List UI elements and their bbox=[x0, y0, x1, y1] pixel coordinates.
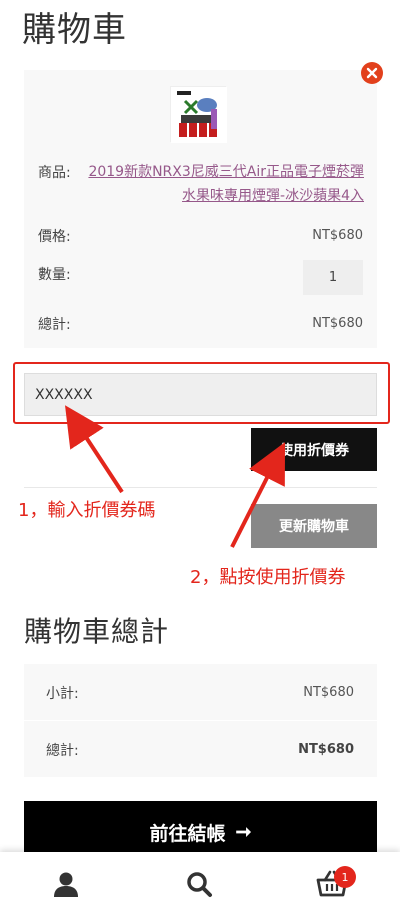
annotation-step-1: 1，輸入折價券碼 bbox=[18, 500, 156, 521]
subtotal-label: 小計: bbox=[46, 686, 79, 702]
apply-coupon-button[interactable]: 使用折價券 bbox=[251, 428, 377, 471]
divider bbox=[24, 487, 377, 488]
page-title: 購物車 bbox=[22, 10, 127, 50]
product-thumbnail[interactable] bbox=[170, 86, 227, 143]
grand-total-label: 總計: bbox=[46, 743, 79, 759]
coupon-code-input[interactable] bbox=[24, 373, 377, 416]
checkout-label: 前往結帳 bbox=[149, 823, 226, 845]
cart-totals-title: 購物車總計 bbox=[24, 615, 170, 648]
totals-separator bbox=[24, 720, 377, 721]
cart-count-badge: 1 bbox=[334, 866, 356, 888]
subtotal-value: NT$680 bbox=[303, 685, 354, 700]
update-cart-button[interactable]: 更新購物車 bbox=[251, 504, 377, 548]
account-icon[interactable] bbox=[48, 866, 84, 902]
remove-item-button[interactable] bbox=[361, 62, 383, 84]
grand-total-value: NT$680 bbox=[298, 742, 354, 757]
close-icon bbox=[366, 67, 378, 79]
annotation-step-2: 2，點按使用折價券 bbox=[190, 567, 346, 588]
price-value: NT$680 bbox=[312, 228, 363, 243]
quantity-label: 數量: bbox=[38, 267, 71, 283]
product-image bbox=[171, 87, 227, 143]
item-total-label: 總計: bbox=[38, 317, 71, 333]
arrow-right-icon: ➞ bbox=[235, 821, 252, 843]
product-name-link[interactable]: 2019新款NRX3尼威三代Air正品電子煙菸彈水果味專用煙彈-冰沙蘋果4入 bbox=[82, 160, 364, 208]
product-label: 商品: bbox=[38, 165, 71, 181]
quantity-input[interactable] bbox=[303, 260, 363, 295]
item-total-value: NT$680 bbox=[312, 316, 363, 331]
search-icon[interactable] bbox=[181, 866, 217, 902]
arrow-to-coupon-input bbox=[65, 405, 124, 494]
price-label: 價格: bbox=[38, 229, 71, 245]
